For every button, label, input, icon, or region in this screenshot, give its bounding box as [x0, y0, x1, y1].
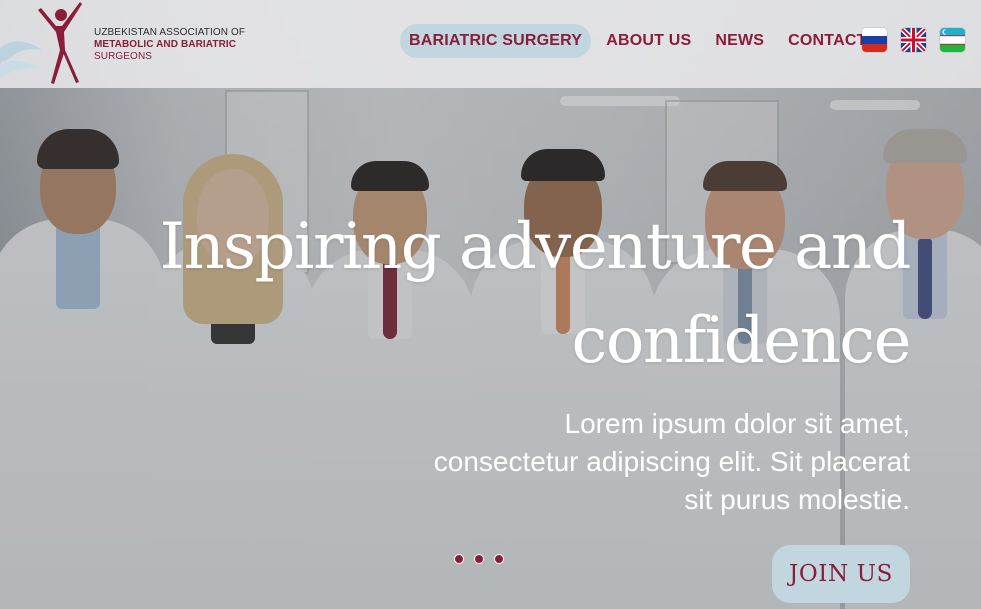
running-figure-icon — [38, 2, 82, 84]
hero-title: Inspiring adventure and confidence — [150, 200, 912, 388]
hero-subtitle-line-2: consectetur adipiscing elit. Sit placera… — [433, 446, 910, 477]
site-header: UZBEKISTAN ASSOCIATION OF METABOLIC AND … — [0, 0, 981, 88]
hero-subtitle-line-3: sit purus molestie. — [684, 484, 910, 515]
uk-flag-icon[interactable] — [901, 28, 926, 52]
hero-title-line-2: confidence — [571, 304, 911, 378]
nav-bariatric-surgery[interactable]: BARIATRIC SURGERY — [400, 24, 592, 58]
main-nav: BARIATRIC SURGERY ABOUT US NEWS CONTACT — [400, 24, 882, 58]
hero-subtitle: Lorem ipsum dolor sit amet, consectetur … — [370, 405, 910, 519]
logo-line-1: UZBEKISTAN ASSOCIATION OF — [94, 27, 246, 38]
language-switcher — [862, 28, 965, 52]
slider-dot-2[interactable] — [474, 554, 484, 564]
logo-text: UZBEKISTAN ASSOCIATION OF METABOLIC AND … — [94, 27, 245, 63]
slider-dots — [454, 554, 514, 564]
russia-flag-icon[interactable] — [862, 28, 887, 52]
nav-about-us[interactable]: ABOUT US — [597, 24, 700, 58]
join-us-button[interactable]: JOIN US — [772, 545, 910, 603]
hero-title-line-1: Inspiring adventure and — [159, 210, 912, 284]
site-logo[interactable]: UZBEKISTAN ASSOCIATION OF METABOLIC AND … — [0, 0, 250, 88]
slider-dot-1[interactable] — [454, 554, 464, 564]
slider-dot-3[interactable] — [494, 554, 504, 564]
uzbekistan-flag-icon[interactable] — [940, 28, 965, 52]
logo-line-3: SURGEONS — [94, 51, 153, 62]
hero-subtitle-line-1: Lorem ipsum dolor sit amet, — [564, 408, 910, 439]
page: UZBEKISTAN ASSOCIATION OF METABOLIC AND … — [0, 0, 981, 609]
logo-line-2: METABOLIC AND BARIATRIC — [94, 39, 237, 50]
nav-news[interactable]: NEWS — [706, 24, 773, 58]
